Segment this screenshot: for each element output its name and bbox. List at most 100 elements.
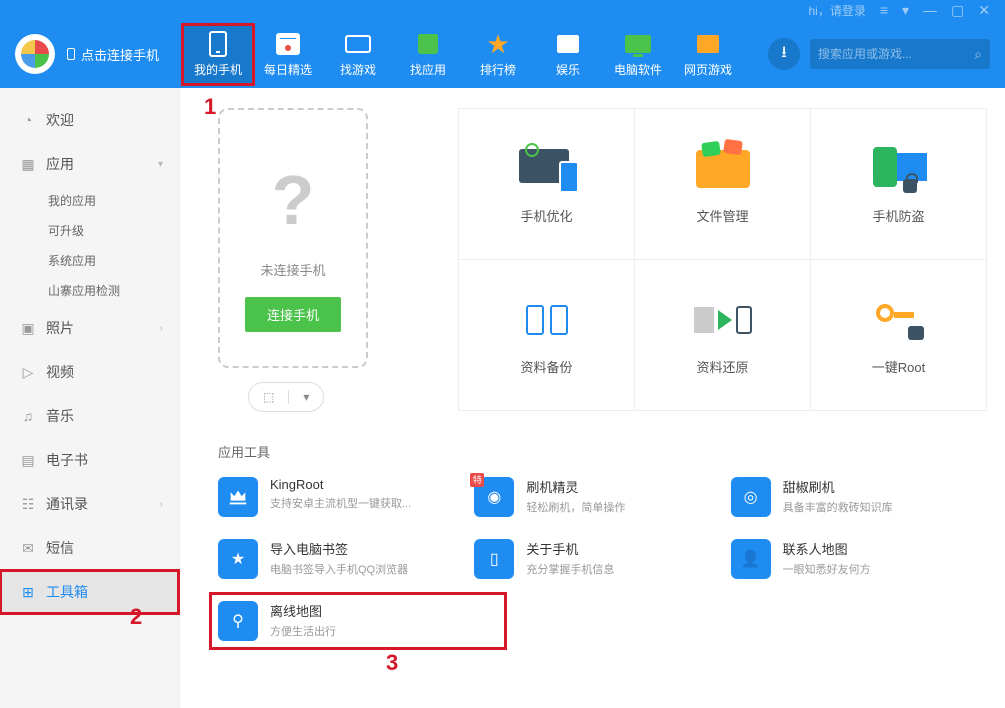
tool-bookmark[interactable]: ★ 导入电脑书签电脑书签导入手机QQ浏览器 — [218, 539, 454, 579]
card-backup[interactable]: 资料备份 — [459, 260, 634, 410]
nav-entertain[interactable]: 娱乐 — [533, 25, 603, 84]
sidebar-sub-upgradable[interactable]: 可升级 — [0, 216, 179, 246]
video-icon — [553, 31, 583, 57]
backup-icon — [517, 295, 577, 345]
card-label: 资料还原 — [696, 357, 748, 376]
sidebar-apps[interactable]: ▦应用▾ — [0, 142, 179, 186]
restore-icon — [693, 295, 753, 345]
sidebar-ebooks[interactable]: ▤ 电子书 — [0, 438, 179, 482]
book-icon: ▤ — [20, 452, 36, 468]
tool-about-phone[interactable]: ▯ 关于手机充分掌握手机信息 — [474, 539, 710, 579]
tool-desc: 轻松刷机，简单操作 — [526, 499, 625, 515]
card-label: 资料备份 — [520, 357, 572, 376]
play-icon: ▷ — [20, 364, 36, 380]
connect-tip-label: 点击连接手机 — [81, 45, 159, 64]
star-icon: ★ — [483, 31, 513, 57]
question-icon: ? — [220, 160, 366, 240]
sidebar-music[interactable]: ♫音乐 — [0, 394, 179, 438]
minimize-icon[interactable]: — — [923, 3, 937, 17]
nav-apps[interactable]: 找应用 — [393, 25, 463, 84]
nav-label: 我的手机 — [183, 61, 253, 78]
tool-flash[interactable]: 特 ◉ 刷机精灵轻松刷机，简单操作 — [474, 477, 710, 517]
tool-desc: 充分掌握手机信息 — [526, 561, 614, 577]
contacts-icon: ☷ — [20, 496, 36, 512]
sidebar-photos[interactable]: ▣照片› — [0, 306, 179, 350]
photo-icon: ▣ — [20, 320, 36, 336]
menu-icon[interactable]: ≡ — [880, 3, 888, 17]
gamepad-icon — [343, 31, 373, 57]
connect-button[interactable]: 连接手机 — [245, 297, 341, 332]
close-icon[interactable]: ✕ — [978, 3, 990, 17]
sidebar: ◔欢迎 ▦应用▾ 我的应用 可升级 系统应用 山寨应用检测 ▣照片› ▷ 视频 ♫… — [0, 88, 180, 708]
nav-label: 排行榜 — [463, 61, 533, 78]
tool-title: 导入电脑书签 — [270, 539, 408, 558]
nav-label: 找应用 — [393, 61, 463, 78]
tool-title: 关于手机 — [526, 539, 614, 558]
content-area: ? 未连接手机 连接手机 ⬚ ▾ 手机优化 文件管理 — [180, 88, 1005, 708]
connect-phone-tip[interactable]: 点击连接手机 — [67, 45, 159, 64]
card-files[interactable]: 文件管理 — [635, 109, 810, 259]
chevron-down-icon: ▾ — [289, 390, 323, 404]
bookmark-icon: ★ — [218, 539, 258, 579]
sidebar-sub-fake[interactable]: 山寨应用检测 — [0, 276, 179, 306]
card-optimize[interactable]: 手机优化 — [459, 109, 634, 259]
annotation-3: 3 — [386, 650, 398, 676]
sidebar-toolbox[interactable]: ⊞工具箱 — [0, 570, 179, 614]
nav-label: 每日精选 — [253, 61, 323, 78]
bag-icon — [413, 31, 443, 57]
card-label: 文件管理 — [696, 206, 748, 225]
card-root[interactable]: 一键Root — [811, 260, 986, 410]
pc-icon — [623, 31, 653, 57]
header: 点击连接手机 我的手机 每日精选 找游戏 找应用 ★ 排行榜 娱乐 电脑软件 — [0, 20, 1005, 88]
maximize-icon[interactable]: ▢ — [951, 3, 964, 17]
nav-label: 网页游戏 — [673, 61, 743, 78]
scan-dropdown[interactable]: ⬚ ▾ — [248, 382, 324, 412]
search-box[interactable]: ⌕ — [810, 39, 990, 69]
toolbox-icon: ⊞ — [20, 584, 36, 600]
root-icon — [869, 295, 929, 345]
tool-contact-map[interactable]: 👤 联系人地图一眼知悉好友何方 — [731, 539, 967, 579]
sidebar-label: 电子书 — [46, 450, 88, 470]
card-theft[interactable]: 手机防盗 — [811, 109, 986, 259]
phone-connect-panel: ? 未连接手机 连接手机 — [218, 108, 368, 368]
dropdown-icon[interactable]: ▾ — [902, 3, 909, 17]
nav-daily[interactable]: 每日精选 — [253, 25, 323, 84]
sidebar-label: 欢迎 — [46, 110, 74, 130]
sidebar-sub-myapps[interactable]: 我的应用 — [0, 186, 179, 216]
sidebar-welcome[interactable]: ◔欢迎 — [0, 98, 179, 142]
nav-web-games[interactable]: 网页游戏 — [673, 25, 743, 84]
login-link[interactable]: hi，请登录 — [808, 2, 865, 19]
tool-desc: 具备丰富的救砖知识库 — [783, 499, 893, 515]
search-input[interactable] — [818, 47, 974, 61]
tool-title: KingRoot — [270, 477, 411, 492]
nav-games[interactable]: 找游戏 — [323, 25, 393, 84]
nav-label: 电脑软件 — [603, 61, 673, 78]
sms-icon: ✉ — [20, 540, 36, 556]
phone-mini-icon — [67, 48, 75, 60]
sidebar-videos[interactable]: ▷ 视频 — [0, 350, 179, 394]
tool-pepper[interactable]: ◎ 甜椒刷机具备丰富的救砖知识库 — [731, 477, 967, 517]
nav-my-phone[interactable]: 我的手机 — [183, 25, 253, 84]
tool-desc: 方便生活出行 — [270, 623, 336, 639]
tool-offline-map[interactable]: ⚲ 离线地图方便生活出行 — [212, 595, 504, 647]
card-restore[interactable]: 资料还原 — [635, 260, 810, 410]
phone-icon — [203, 31, 233, 57]
tool-kingroot[interactable]: KingRoot支持安卓主流机型一键获取... — [218, 477, 454, 517]
sidebar-sub-system[interactable]: 系统应用 — [0, 246, 179, 276]
download-button[interactable]: ⭳ — [768, 38, 800, 70]
search-icon[interactable]: ⌕ — [974, 46, 982, 63]
sidebar-contacts[interactable]: ☷通讯录› — [0, 482, 179, 526]
person-icon: 👤 — [731, 539, 771, 579]
map-pin-icon: ⚲ — [218, 601, 258, 641]
sidebar-label: 视频 — [46, 362, 74, 382]
tool-title: 离线地图 — [270, 601, 336, 620]
music-icon: ♫ — [20, 408, 36, 424]
tool-title: 刷机精灵 — [526, 477, 625, 496]
sidebar-label: 应用 — [46, 154, 74, 174]
sidebar-sms[interactable]: ✉短信 — [0, 526, 179, 570]
chevron-right-icon: › — [160, 323, 163, 334]
scan-icon: ⬚ — [249, 390, 289, 404]
calendar-icon — [273, 31, 303, 57]
nav-pc-software[interactable]: 电脑软件 — [603, 25, 673, 84]
nav-rank[interactable]: ★ 排行榜 — [463, 25, 533, 84]
